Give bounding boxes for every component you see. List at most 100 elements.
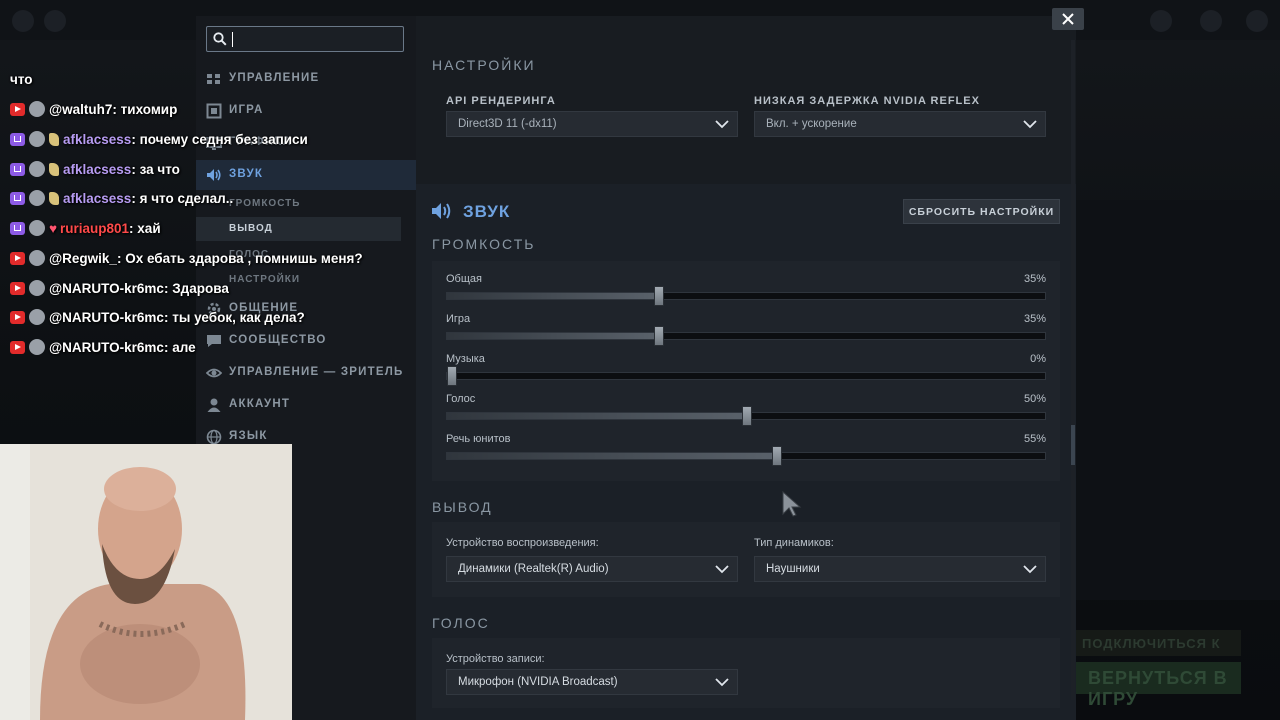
slider-thumb[interactable] <box>654 326 664 346</box>
slider-label: Голос <box>446 393 476 405</box>
chat-username: @NARUTO-kr6mc <box>49 310 164 325</box>
chat-message: afklacsess: за что <box>10 161 180 185</box>
volume-slider[interactable] <box>446 366 1046 386</box>
voice-heading: ГОЛОС <box>432 615 490 631</box>
scrollbar-thumb[interactable] <box>1071 425 1075 465</box>
search-input[interactable] <box>231 30 400 50</box>
chat-separator: : <box>163 310 173 325</box>
game-profile-icon <box>1200 10 1222 32</box>
volume-slider[interactable] <box>446 326 1046 346</box>
chat-username: afklacsess <box>63 191 132 206</box>
twitch-icon <box>10 163 25 176</box>
slider-thumb[interactable] <box>742 406 752 426</box>
chevron-down-icon <box>715 120 729 129</box>
game-friends-icon <box>1150 10 1172 32</box>
sidebar-item-sound[interactable]: ЗВУК <box>196 160 416 190</box>
nvidia-reflex-value: Вкл. + ускорение <box>766 118 857 130</box>
chat-username: @Regwik_ <box>49 251 117 266</box>
sidebar-item-label: УПРАВЛЕНИЕ — ЗРИТЕЛЬ <box>229 366 404 378</box>
slider-fill <box>447 293 656 299</box>
chat-text: за что <box>139 162 180 177</box>
sidebar-item-game[interactable]: ИГРА <box>196 96 416 126</box>
recording-device-dropdown[interactable]: Микрофон (NVIDIA Broadcast) <box>446 669 738 695</box>
scrollbar-track[interactable] <box>1071 40 1075 700</box>
controls-icon <box>207 74 220 84</box>
output-heading: ВЫВОД <box>432 499 493 515</box>
badge-icon <box>49 192 59 205</box>
volume-slider[interactable] <box>446 406 1046 426</box>
slider-row: Игра 35% <box>432 313 1060 353</box>
sidebar-item-label: ЯЗЫК <box>229 430 268 442</box>
game-settings-icon <box>44 10 66 32</box>
chat-message: что <box>10 72 33 96</box>
game-background-right <box>1076 200 1280 600</box>
speaker-icon <box>432 203 451 219</box>
speaker-icon <box>207 169 221 181</box>
playback-device-value: Динамики (Realtek(R) Audio) <box>458 563 609 575</box>
search-box[interactable] <box>206 26 404 52</box>
twitch-icon <box>10 133 25 146</box>
slider-fill <box>447 413 744 419</box>
chat-text: але <box>172 340 196 355</box>
chevron-down-icon <box>715 565 729 574</box>
close-button[interactable] <box>1052 8 1084 30</box>
avatar <box>29 280 45 296</box>
chevron-down-icon <box>1023 120 1037 129</box>
avatar <box>29 161 45 177</box>
avatar <box>29 250 45 266</box>
reconnect-button[interactable]: ПОДКЛЮЧИТЬСЯ К <box>1076 630 1241 656</box>
youtube-icon <box>10 282 25 295</box>
sidebar-item-label: ЗВУК <box>229 168 264 180</box>
sidebar-item-spectator-controls[interactable]: УПРАВЛЕНИЕ — ЗРИТЕЛЬ <box>196 358 416 388</box>
user-icon <box>207 398 221 412</box>
chat-message: @NARUTO-kr6mc: ты уебок, как дела? <box>10 309 305 333</box>
chat-text: я что сделал.. <box>139 191 234 206</box>
volume-slider[interactable] <box>446 286 1046 306</box>
chat-message: afklacsess: почему седня без записи <box>10 131 308 155</box>
slider-value: 35% <box>1023 313 1046 325</box>
sidebar-item-label: АККАУНТ <box>229 398 291 410</box>
chat-separator: : <box>131 191 140 206</box>
slider-value: 35% <box>1023 273 1046 285</box>
speaker-type-dropdown[interactable]: Наушники <box>754 556 1046 582</box>
chat-separator: : <box>163 340 173 355</box>
slider-label: Музыка <box>446 353 485 365</box>
webcam-feed <box>0 444 292 720</box>
eye-icon <box>206 368 222 378</box>
reset-settings-button[interactable]: СБРОСИТЬ НАСТРОЙКИ <box>903 199 1060 224</box>
slider-thumb[interactable] <box>654 286 664 306</box>
heart-icon: ♥ <box>49 221 58 236</box>
sidebar-item-controls[interactable]: УПРАВЛЕНИЕ <box>196 64 416 94</box>
slider-label: Игра <box>446 313 471 325</box>
recording-device-value: Микрофон (NVIDIA Broadcast) <box>458 676 618 688</box>
chat-separator: : <box>131 162 140 177</box>
slider-thumb[interactable] <box>772 446 782 466</box>
return-to-game-button[interactable]: ВЕРНУТЬСЯ В ИГРУ <box>1076 662 1241 709</box>
render-api-value: Direct3D 11 (-dx11) <box>458 118 557 130</box>
volume-slider[interactable] <box>446 446 1046 466</box>
render-api-dropdown[interactable]: Direct3D 11 (-dx11) <box>446 111 738 137</box>
sidebar-subitem-label: ГРОМКОСТЬ <box>229 198 301 209</box>
text-cursor <box>232 32 233 47</box>
nvidia-reflex-dropdown[interactable]: Вкл. + ускорение <box>754 111 1046 137</box>
sidebar-item-label: УПРАВЛЕНИЕ <box>229 72 320 84</box>
slider-thumb[interactable] <box>447 366 457 386</box>
youtube-icon <box>10 311 25 324</box>
chat-text: ты уебок, как дела? <box>172 310 305 325</box>
slider-value: 55% <box>1023 433 1046 445</box>
chat-message: @Regwik_: Ох ебать здарова , помнишь мен… <box>10 250 363 274</box>
slider-value: 0% <box>1030 353 1046 365</box>
slider-label: Общая <box>446 273 482 285</box>
slider-row: Общая 35% <box>432 273 1060 313</box>
game-menu-icon <box>12 10 34 32</box>
chat-message: @NARUTO-kr6mc: але <box>10 339 196 363</box>
chat-separator: : <box>163 281 173 296</box>
slider-fill <box>447 333 656 339</box>
sidebar-item-account[interactable]: АККАУНТ <box>196 390 416 420</box>
chat-separator: : <box>116 251 126 266</box>
chat-username: afklacsess <box>63 132 132 147</box>
chat-message: ♥ ruriaup801: хай <box>10 220 161 244</box>
sidebar-subitem-output[interactable]: ВЫВОД <box>196 217 401 241</box>
twitch-icon <box>10 192 25 205</box>
playback-device-dropdown[interactable]: Динамики (Realtek(R) Audio) <box>446 556 738 582</box>
